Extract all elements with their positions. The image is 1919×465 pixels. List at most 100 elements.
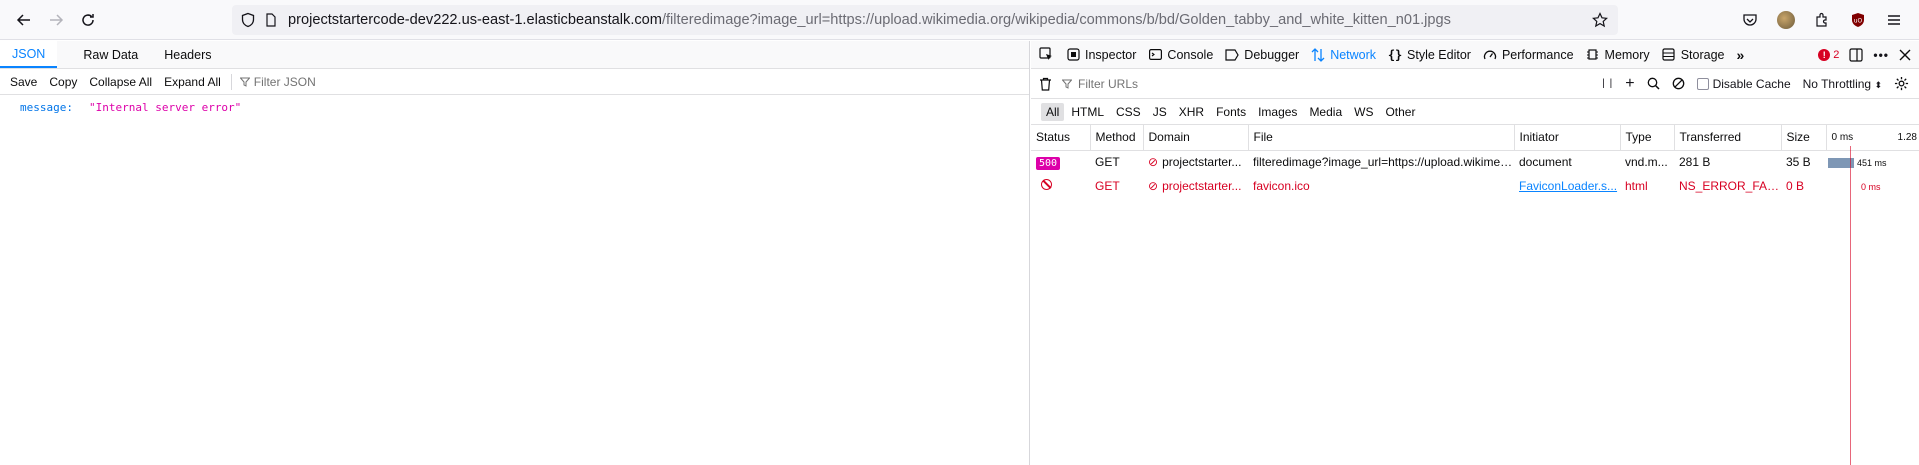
col-size[interactable]: Size bbox=[1781, 125, 1827, 151]
shield-icon bbox=[241, 12, 255, 28]
tab-inspector[interactable]: Inspector bbox=[1060, 41, 1142, 69]
close-icon[interactable] bbox=[1899, 49, 1911, 61]
throttling-select[interactable]: No Throttling ⬍ bbox=[1803, 77, 1882, 91]
request-size: 35 B bbox=[1786, 155, 1811, 170]
block-icon[interactable] bbox=[1672, 77, 1685, 90]
col-waterfall-end[interactable]: 1.28 bbox=[1863, 125, 1919, 151]
ublock-button[interactable]: uO bbox=[1843, 5, 1873, 35]
initiator-link[interactable]: FaviconLoader.s... bbox=[1519, 179, 1617, 193]
save-button[interactable]: Save bbox=[4, 75, 43, 89]
menu-button[interactable] bbox=[1879, 5, 1909, 35]
request-initiator: FaviconLoader.s... bbox=[1514, 174, 1620, 198]
pocket-button[interactable] bbox=[1735, 5, 1765, 35]
filter-other[interactable]: Other bbox=[1380, 103, 1420, 121]
json-value: "Internal server error" bbox=[88, 101, 242, 114]
tab-performance-label: Performance bbox=[1501, 47, 1574, 62]
filter-media[interactable]: Media bbox=[1304, 103, 1347, 121]
col-type[interactable]: Type bbox=[1620, 125, 1675, 151]
braces-icon: {} bbox=[1387, 47, 1403, 62]
table-row[interactable]: GET ⊘ projectstarter... favicon.ico Favic… bbox=[1031, 174, 1919, 198]
col-domain[interactable]: Domain bbox=[1143, 125, 1249, 151]
filter-icon bbox=[1062, 79, 1072, 89]
request-domain-text: projectstarter... bbox=[1162, 155, 1242, 170]
chevron-down-icon: ⬍ bbox=[1874, 79, 1882, 90]
tab-memory[interactable]: Memory bbox=[1580, 41, 1656, 69]
more-tools-button[interactable]: » bbox=[1730, 41, 1750, 69]
filter-all[interactable]: All bbox=[1041, 102, 1065, 121]
storage-icon bbox=[1662, 48, 1676, 62]
picker-icon bbox=[1039, 47, 1052, 60]
request-transferred: NS_ERROR_FAIL... bbox=[1679, 179, 1781, 193]
error-counter[interactable]: ! 2 bbox=[1818, 48, 1840, 61]
tab-network[interactable]: Network bbox=[1305, 41, 1382, 69]
request-method: GET bbox=[1095, 179, 1120, 193]
reload-button[interactable] bbox=[72, 4, 104, 36]
double-chevron-icon: » bbox=[1736, 46, 1745, 63]
disable-cache-checkbox[interactable]: Disable Cache bbox=[1696, 77, 1791, 91]
copy-button[interactable]: Copy bbox=[43, 75, 83, 89]
json-viewer: JSON Raw Data Headers Save Copy Collapse… bbox=[0, 41, 1030, 465]
chip-icon bbox=[1586, 48, 1600, 62]
col-method[interactable]: Method bbox=[1090, 125, 1144, 151]
url-host: projectstartercode-dev222.us-east-1.elas… bbox=[288, 12, 662, 28]
filter-json-placeholder: Filter JSON bbox=[253, 74, 316, 89]
account-button[interactable] bbox=[1771, 5, 1801, 35]
col-status[interactable]: Status bbox=[1031, 125, 1091, 151]
plus-icon[interactable]: + bbox=[1625, 75, 1634, 93]
tab-console[interactable]: Console bbox=[1142, 41, 1219, 69]
back-button[interactable] bbox=[8, 4, 40, 36]
more-options-icon[interactable]: ••• bbox=[1873, 48, 1889, 62]
error-icon: ! bbox=[1818, 48, 1831, 61]
search-icon[interactable] bbox=[1647, 77, 1660, 90]
error-count-value: 2 bbox=[1833, 48, 1840, 61]
request-domain-text: projectstarter... bbox=[1162, 179, 1242, 193]
table-row[interactable]: 500 GET ⊘ projectstarter... filteredimage… bbox=[1031, 150, 1919, 174]
tab-network-label: Network bbox=[1330, 47, 1377, 62]
expand-all-button[interactable]: Expand All bbox=[158, 75, 227, 89]
request-type: vnd.m... bbox=[1625, 155, 1668, 170]
filter-icon bbox=[239, 77, 250, 87]
tab-storage-label: Storage bbox=[1680, 47, 1725, 62]
collapse-all-button[interactable]: Collapse All bbox=[83, 75, 158, 89]
filter-xhr[interactable]: XHR bbox=[1174, 103, 1209, 121]
filter-js[interactable]: JS bbox=[1148, 103, 1172, 121]
tab-performance[interactable]: Performance bbox=[1477, 41, 1580, 69]
trash-icon[interactable] bbox=[1039, 77, 1052, 91]
arrow-left-icon bbox=[16, 13, 30, 26]
dock-side-icon[interactable] bbox=[1849, 47, 1863, 62]
tab-storage[interactable]: Storage bbox=[1656, 41, 1731, 69]
request-waterfall: 0 ms bbox=[1826, 174, 1919, 198]
tab-debugger[interactable]: Debugger bbox=[1219, 41, 1305, 69]
avatar bbox=[1777, 11, 1795, 29]
url-bar[interactable]: projectstartercode-dev222.us-east-1.elas… bbox=[232, 5, 1618, 35]
tab-raw-data[interactable]: Raw Data bbox=[57, 41, 150, 68]
bookmark-star-icon[interactable] bbox=[1592, 12, 1608, 28]
json-row[interactable]: message: "Internal server error" bbox=[20, 101, 1009, 114]
filter-urls-input[interactable]: Filter URLs bbox=[1052, 77, 1552, 91]
filter-images[interactable]: Images bbox=[1253, 103, 1302, 121]
col-file[interactable]: File bbox=[1248, 125, 1515, 151]
tab-headers[interactable]: Headers bbox=[150, 41, 223, 68]
filter-ws[interactable]: WS bbox=[1349, 103, 1378, 121]
filter-css[interactable]: CSS bbox=[1111, 103, 1146, 121]
element-picker-button[interactable] bbox=[1031, 41, 1060, 69]
pocket-icon bbox=[1743, 14, 1757, 26]
blocked-icon bbox=[1041, 179, 1052, 190]
extensions-button[interactable] bbox=[1807, 5, 1837, 35]
request-waterfall: 451 ms bbox=[1826, 150, 1919, 174]
page-icon bbox=[266, 13, 276, 27]
request-file: favicon.ico bbox=[1253, 179, 1310, 193]
type-filters: All HTML CSS JS XHR Fonts Images Media W… bbox=[1031, 99, 1919, 125]
insecure-lock-icon: ⊘ bbox=[1148, 155, 1159, 170]
col-waterfall-start[interactable]: 0 ms bbox=[1826, 125, 1863, 151]
tab-json[interactable]: JSON bbox=[0, 41, 58, 68]
col-transferred[interactable]: Transferred bbox=[1674, 125, 1782, 151]
pause-icon[interactable]: | | bbox=[1602, 78, 1613, 89]
gear-icon[interactable] bbox=[1894, 76, 1909, 91]
filter-fonts[interactable]: Fonts bbox=[1211, 103, 1251, 121]
col-initiator[interactable]: Initiator bbox=[1514, 125, 1621, 151]
filter-html[interactable]: HTML bbox=[1066, 103, 1109, 121]
filter-json-input[interactable]: Filter JSON bbox=[236, 75, 316, 89]
forward-button[interactable] bbox=[40, 4, 72, 36]
tab-style-editor[interactable]: {} Style Editor bbox=[1382, 41, 1477, 69]
